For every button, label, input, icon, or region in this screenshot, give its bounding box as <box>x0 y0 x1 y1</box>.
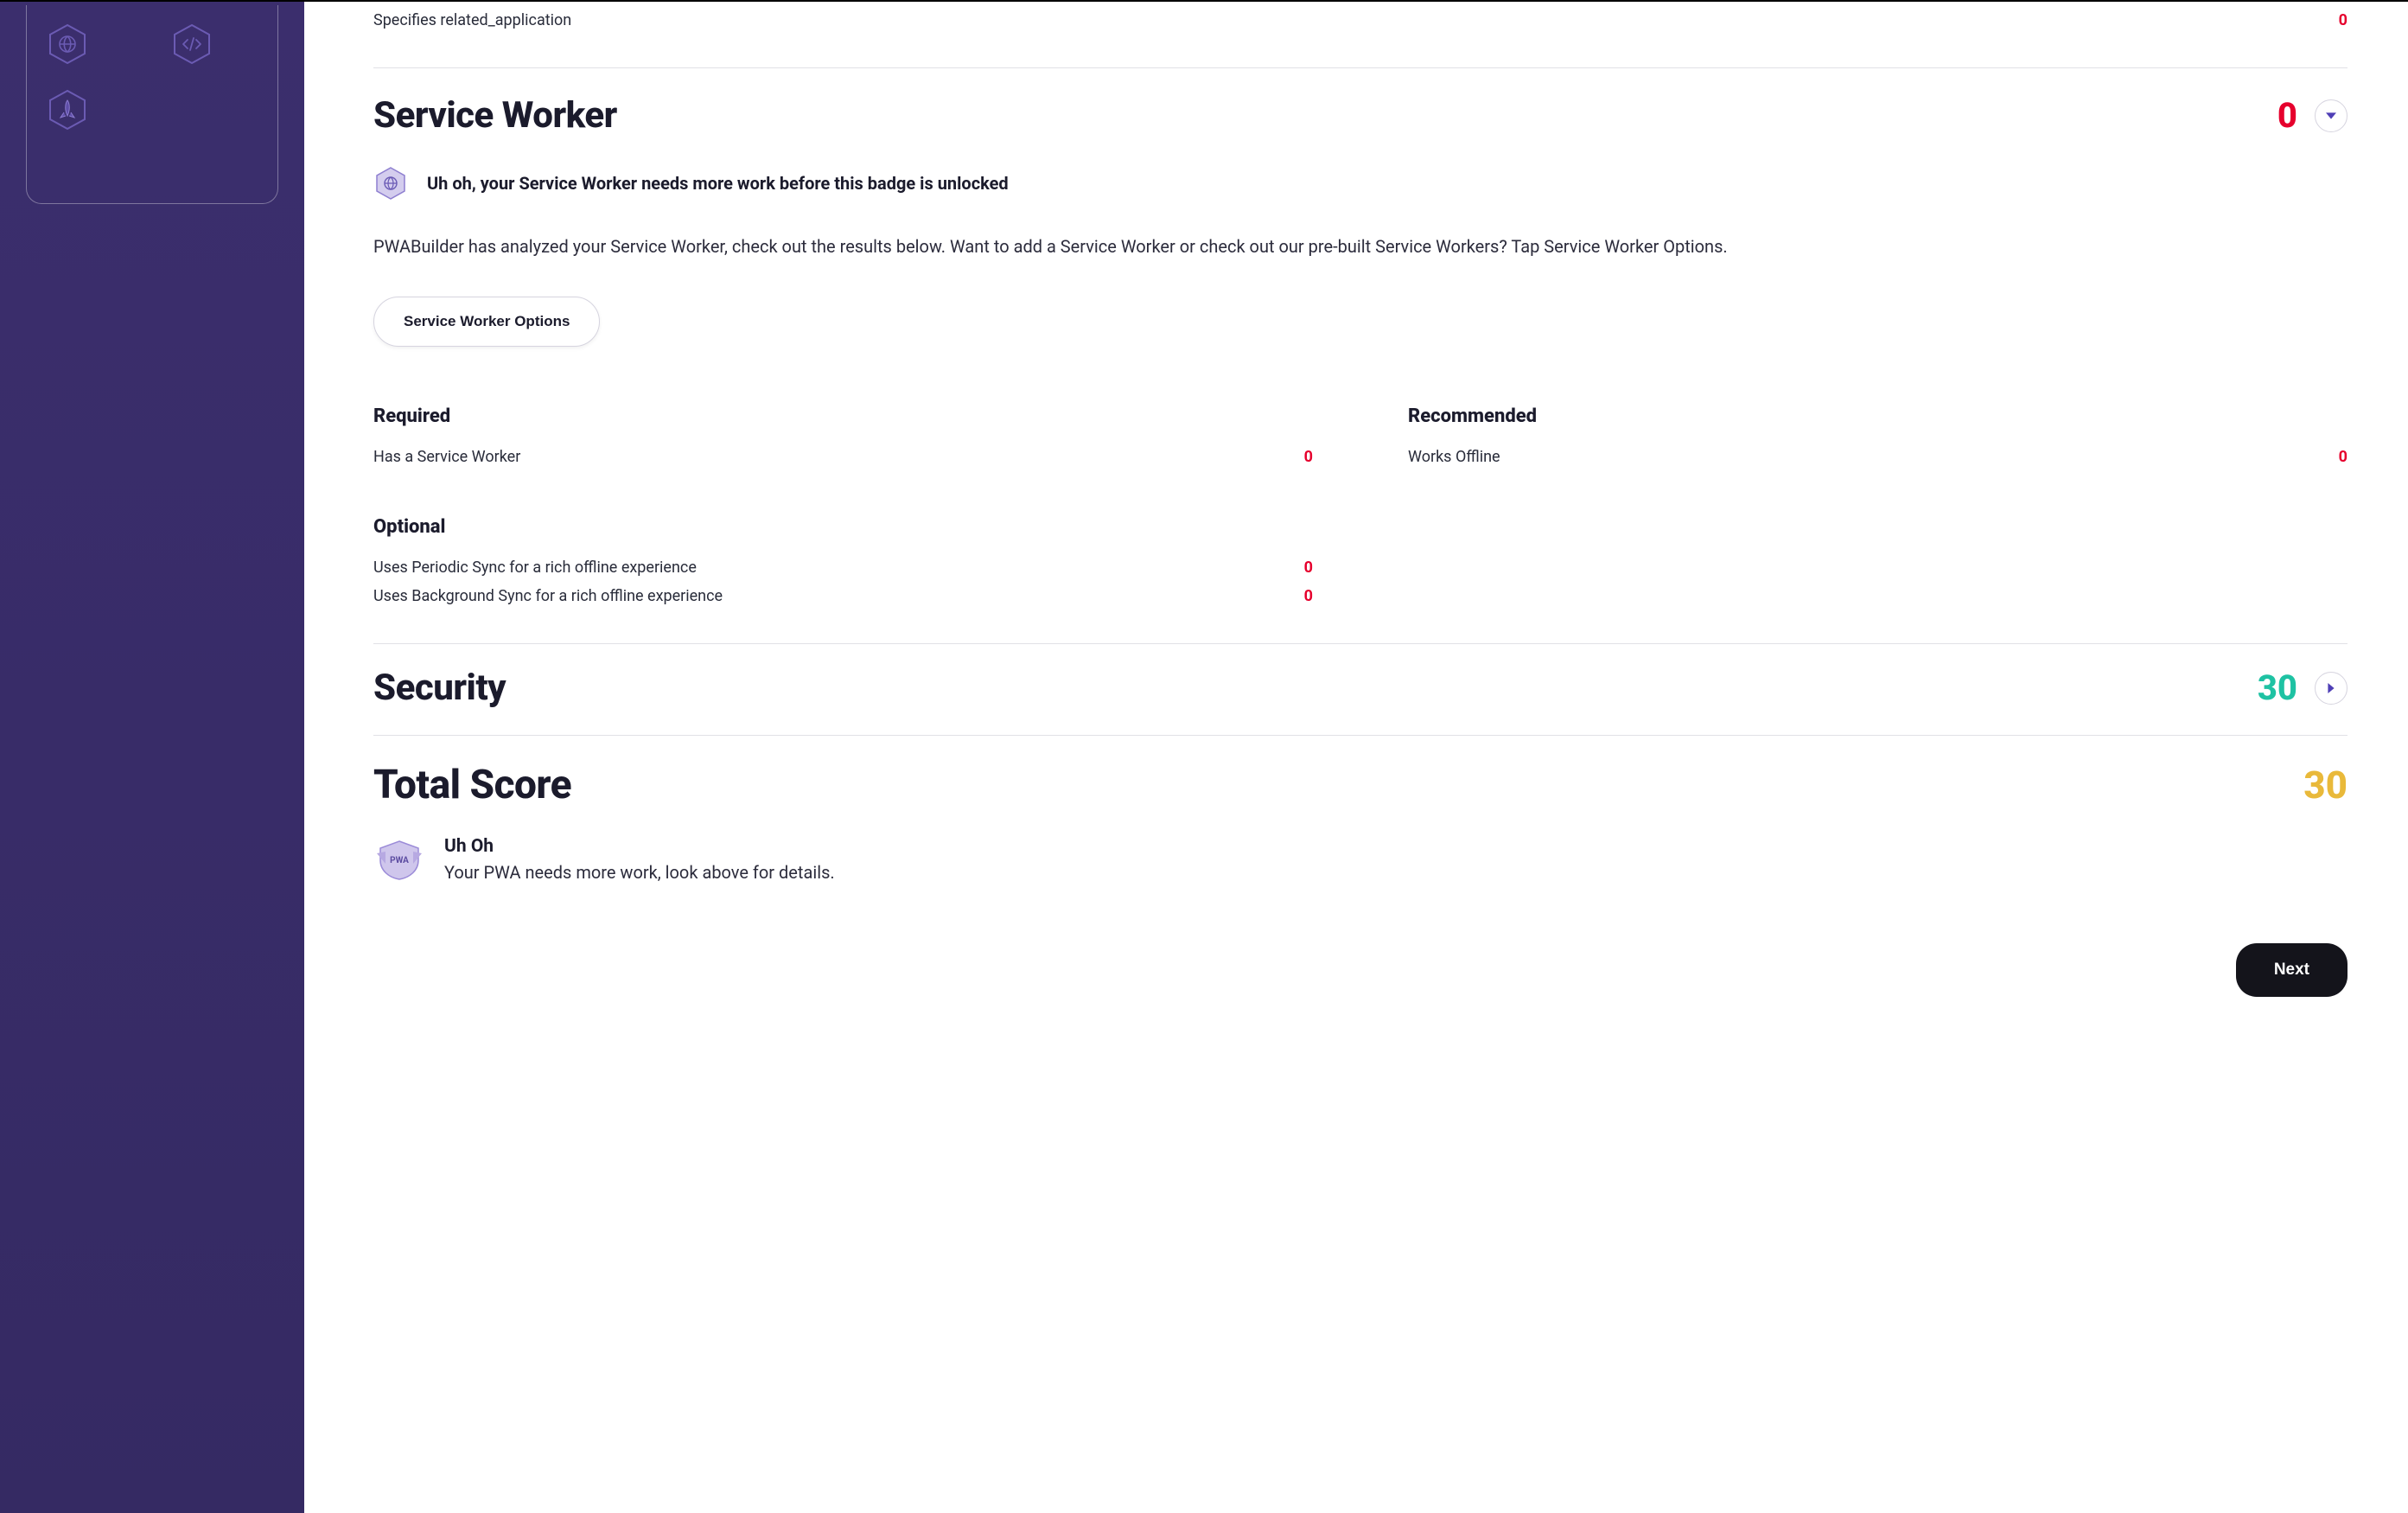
check-label: Has a Service Worker <box>373 448 520 466</box>
section-header: Security 30 <box>373 667 2347 709</box>
total-score: 30 <box>2303 763 2347 808</box>
section-score: 30 <box>2258 667 2297 708</box>
service-worker-badge-icon <box>373 166 408 201</box>
badge-status-row: Uh oh, your Service Worker needs more wo… <box>373 166 2347 201</box>
app-root: Contains an IARC ID 0 Specifies related_… <box>0 0 2408 1513</box>
check-row: Has a Service Worker 0 <box>373 443 1313 471</box>
globe-badge-icon <box>46 22 89 66</box>
check-label: Specifies related_application <box>373 11 571 29</box>
section-score: 0 <box>2277 95 2297 136</box>
section-header: Service Worker 0 <box>373 94 2347 137</box>
service-worker-options-button[interactable]: Service Worker Options <box>373 297 600 347</box>
chevron-right-icon <box>2326 683 2336 693</box>
check-columns: Required Has a Service Worker 0 Optional… <box>373 405 2347 610</box>
check-label: Works Offline <box>1408 448 1500 466</box>
badge-message: Uh oh, your Service Worker needs more wo… <box>427 173 1009 194</box>
security-section: Security 30 <box>373 644 2347 736</box>
sidebar <box>0 2 304 1513</box>
check-row: Contains an IARC ID 0 <box>373 2 2347 6</box>
expand-button[interactable] <box>2315 672 2347 705</box>
check-row: Works Offline 0 <box>1408 443 2347 471</box>
check-value: 0 <box>1304 559 1313 577</box>
svg-text:PWA: PWA <box>390 856 409 865</box>
required-column: Required Has a Service Worker 0 Optional… <box>373 405 1313 610</box>
check-row: Specifies related_application 0 <box>373 6 2347 35</box>
uhoh-title: Uh Oh <box>444 836 835 857</box>
check-value: 0 <box>2339 448 2347 466</box>
column-heading: Required <box>373 405 1313 427</box>
check-row: Uses Background Sync for a rich offline … <box>373 582 1313 610</box>
recommended-column: Recommended Works Offline 0 <box>1408 405 2347 610</box>
total-title: Total Score <box>373 762 571 808</box>
section-description: PWABuilder has analyzed your Service Wor… <box>373 233 2308 260</box>
section-title: Service Worker <box>373 94 617 137</box>
rocket-badge-icon <box>46 88 89 131</box>
pwa-shield-icon: PWA <box>373 839 425 881</box>
total-score-section: Total Score 30 PWA Uh Oh Your PWA needs … <box>373 736 2347 1023</box>
check-row: Uses Periodic Sync for a rich offline ex… <box>373 553 1313 582</box>
uhoh-description: Your PWA needs more work, look above for… <box>444 862 835 883</box>
chevron-down-icon <box>2326 111 2336 121</box>
collapse-button[interactable] <box>2315 99 2347 132</box>
main-content: Contains an IARC ID 0 Specifies related_… <box>304 2 2408 1513</box>
next-button[interactable]: Next <box>2236 943 2347 997</box>
check-label: Uses Periodic Sync for a rich offline ex… <box>373 559 697 577</box>
service-worker-section: Service Worker 0 Uh oh, your Servic <box>373 68 2347 644</box>
check-value: 0 <box>1304 587 1313 605</box>
check-label: Uses Background Sync for a rich offline … <box>373 587 723 605</box>
column-heading: Recommended <box>1408 405 2347 427</box>
check-value: 0 <box>1304 448 1313 466</box>
code-badge-icon <box>170 22 213 66</box>
check-value: 0 <box>2339 11 2347 29</box>
total-header: Total Score 30 <box>373 762 2347 808</box>
sidebar-badge-panel <box>26 5 278 204</box>
previous-section-tail: Contains an IARC ID 0 Specifies related_… <box>373 2 2347 68</box>
column-heading: Optional <box>373 516 1313 538</box>
section-title: Security <box>373 667 506 709</box>
total-badge-row: PWA Uh Oh Your PWA needs more work, look… <box>373 836 2347 883</box>
